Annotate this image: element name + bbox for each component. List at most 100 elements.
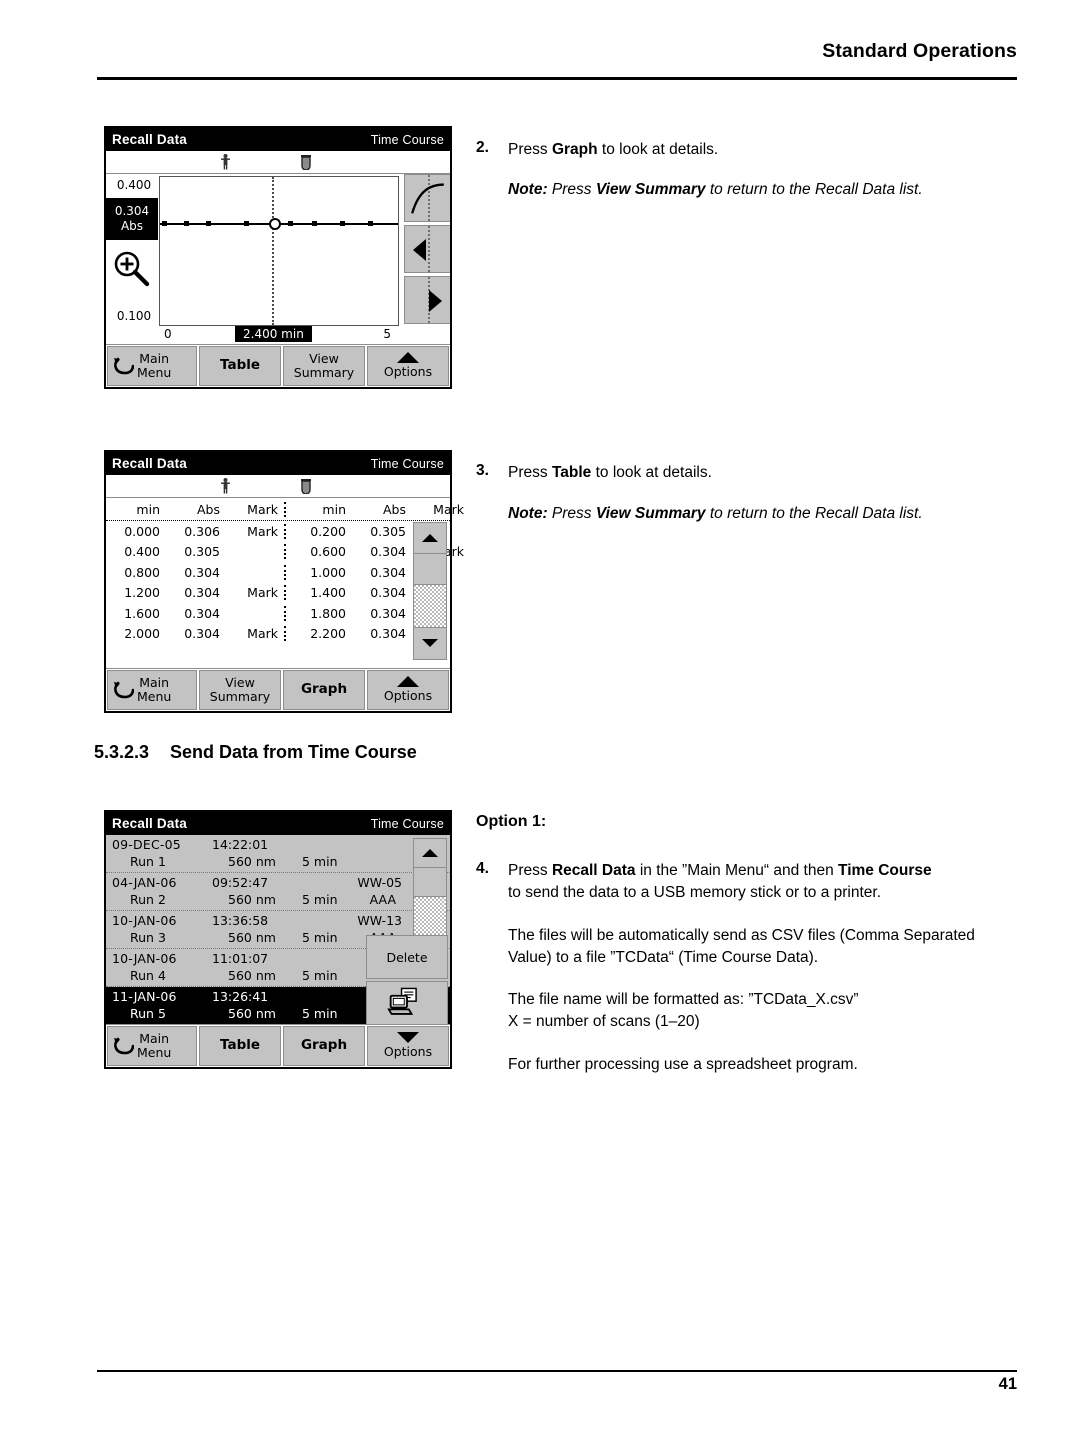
softkey-options[interactable]: Options <box>367 1026 449 1066</box>
screen-table-body: min Abs Mark min Abs Mark 0.000 0.306 Ma… <box>106 475 464 711</box>
label-line2: Menu <box>137 1045 172 1060</box>
run-name: Run 2 <box>130 892 166 907</box>
run-duration: 5 min <box>302 968 338 983</box>
run-wavelength: 560 nm <box>228 1006 276 1021</box>
table-header-left: min Abs Mark <box>106 502 284 517</box>
curve-view-button[interactable] <box>404 174 450 222</box>
table-row[interactable]: 0.400 0.305 0.600 0.304 Mark <box>106 542 464 563</box>
zoom-in-magnifier-icon[interactable] <box>112 250 152 290</box>
softkey-options[interactable]: Options <box>367 670 449 710</box>
step-3-pre: Press <box>508 464 552 481</box>
table-row[interactable]: 1.600 0.304 1.800 0.304 <box>106 603 450 624</box>
scroll-up-button[interactable] <box>414 523 446 554</box>
run-time: 09:52:47 <box>212 875 269 890</box>
note-bold: View Summary <box>595 181 706 198</box>
scroll-track[interactable] <box>414 897 446 937</box>
cell-abs: 0.306 <box>184 523 220 539</box>
cell-mark: Mark <box>247 585 278 601</box>
table-rows: 0.000 0.306 Mark 0.200 0.305 0.400 0.305… <box>106 521 464 645</box>
label-line1: Main <box>139 1030 170 1046</box>
graph-side-buttons <box>404 174 450 327</box>
step-2-note: Note: Press View Summary to return to th… <box>508 179 1008 201</box>
softkey-main-menu-label: Main Menu <box>137 351 172 381</box>
cell-abs: 0.304 <box>370 605 406 621</box>
scroll-thumb[interactable] <box>414 868 446 897</box>
cursor-right-button[interactable] <box>404 276 450 324</box>
softkey-graph[interactable]: Graph <box>283 1026 365 1066</box>
run-time: 13:36:58 <box>212 913 269 928</box>
scroll-track[interactable] <box>414 585 446 628</box>
run-name: Run 5 <box>130 1006 166 1021</box>
cell-min: 1.600 <box>124 605 160 621</box>
softkey-table[interactable]: Table <box>199 346 281 386</box>
label-line2: Menu <box>137 689 172 704</box>
run-wavelength: 560 nm <box>228 930 276 945</box>
cell-abs: 0.304 <box>184 585 220 601</box>
screen-table-title: Recall Data <box>112 456 187 471</box>
cursor-left-button[interactable] <box>404 225 450 273</box>
y-cursor-unit: Abs <box>120 219 144 233</box>
data-point <box>162 221 167 226</box>
label-line1: View <box>309 350 339 366</box>
cell-min: 2.000 <box>124 626 160 642</box>
run-date: 04-JAN-06 <box>112 875 177 890</box>
step-4-pre: Press <box>508 862 552 879</box>
row-left: 0.400 0.305 <box>106 544 284 559</box>
softkey-options[interactable]: Options <box>367 346 449 386</box>
x-axis-min-label: 0 <box>164 327 172 341</box>
run-wavelength: 560 nm <box>228 892 276 907</box>
cursor-vertical-line <box>272 177 274 325</box>
cursor-data-point <box>269 218 281 230</box>
softkey-main-menu[interactable]: Main Menu <box>107 346 197 386</box>
row-left: 1.200 0.304 Mark <box>106 585 284 600</box>
softkey-graph[interactable]: Graph <box>283 670 365 710</box>
x-cursor-readout: 2.400 min <box>235 326 312 342</box>
run-duration: 5 min <box>302 892 338 907</box>
screenshot-table: Recall Data Time Course min Abs Mark min… <box>104 450 464 713</box>
cell-min: 0.400 <box>124 544 160 560</box>
screen-table-titlebar: Recall Data Time Course <box>106 452 450 475</box>
table-row[interactable]: 2.000 0.304 Mark 2.200 0.304 <box>106 624 450 645</box>
cell-mark <box>222 565 284 580</box>
step-3-note: Note: Press View Summary to return to th… <box>508 503 1008 525</box>
label-line2: Menu <box>137 365 172 380</box>
graph-plot-box[interactable] <box>159 176 399 326</box>
scroll-up-button[interactable] <box>414 839 446 868</box>
triangle-up-icon <box>422 534 438 542</box>
label-line1: View <box>225 674 255 690</box>
send-to-computer-button[interactable] <box>366 981 448 1025</box>
cell-abs: 0.305 <box>184 544 220 560</box>
screen-graph-mode: Time Course <box>370 132 444 147</box>
run-wavelength: 560 nm <box>228 854 276 869</box>
table-row[interactable]: 0.800 0.304 1.000 0.304 <box>106 562 450 583</box>
screen-list-title: Recall Data <box>112 816 187 831</box>
screen-graph-title: Recall Data <box>112 132 187 147</box>
dotted-guide <box>427 226 430 272</box>
list-item[interactable]: 09-DEC-05 14:22:01 Run 1 560 nm 5 min <box>106 835 450 873</box>
cell-abs: 0.304 <box>370 626 406 642</box>
step-4-number: 4. <box>476 860 489 877</box>
step-3-text: Press Table to look at details. <box>508 462 1008 484</box>
back-arrow-icon <box>114 1037 134 1055</box>
table-row[interactable]: 1.200 0.304 Mark 1.400 0.304 <box>106 583 450 604</box>
softkey-view-summary[interactable]: View Summary <box>199 670 281 710</box>
scroll-thumb[interactable] <box>414 554 446 585</box>
label-line2: Summary <box>209 689 271 704</box>
scroll-down-button[interactable] <box>414 628 446 658</box>
table-row[interactable]: 0.000 0.306 Mark 0.200 0.305 <box>106 521 450 542</box>
softkey-view-summary[interactable]: View Summary <box>283 346 365 386</box>
arrow-right-icon <box>429 290 442 312</box>
cell-mark: Mark <box>247 626 278 642</box>
table-scrollbar[interactable] <box>413 522 447 660</box>
softkey-table[interactable]: Table <box>199 1026 281 1066</box>
delete-button[interactable]: Delete <box>366 935 448 979</box>
softkey-main-menu-label: Main Menu <box>137 675 172 705</box>
triangle-down-icon <box>396 1032 419 1044</box>
softkey-main-menu[interactable]: Main Menu <box>107 670 197 710</box>
softkey-graph-label: Graph <box>300 681 348 698</box>
softkey-main-menu[interactable]: Main Menu <box>107 1026 197 1066</box>
option-1-label: Option 1: <box>476 813 547 830</box>
list-scrollbar[interactable] <box>413 838 447 937</box>
list-item[interactable]: 04-JAN-06 09:52:47 Run 2 560 nm 5 min WW… <box>106 873 450 911</box>
run-id-primary: WW-05 <box>357 875 402 890</box>
